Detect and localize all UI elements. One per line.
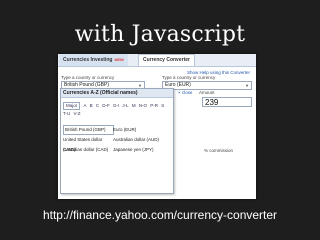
alpha-item[interactable]: A <box>83 102 86 110</box>
alpha-item[interactable]: B <box>90 102 93 110</box>
commission-label: % commission <box>204 148 234 153</box>
currency-option[interactable]: British Pound (GBP) <box>63 125 114 135</box>
list-item: British Pound (GBP) Euro (EUR) <box>63 125 171 135</box>
amount-input[interactable]: 239 <box>202 97 252 107</box>
alpha-item[interactable]: V-Z <box>73 110 80 118</box>
tab-currencies-investing[interactable]: Currencies Investing NEW <box>59 54 128 66</box>
picker-title: Currencies A-Z (Official names) <box>61 89 173 98</box>
tab-label: Currency Converter <box>143 57 190 63</box>
alpha-item[interactable]: C <box>96 102 99 110</box>
alpha-item[interactable]: G-I <box>113 102 119 110</box>
list-item: United States dollar (USD) Australian do… <box>63 135 171 152</box>
from-label: Type a country or currency <box>61 75 115 80</box>
currency-option[interactable]: Euro (EUR) <box>113 125 169 135</box>
currency-picker-panel: Currencies A-Z (Official names) Major A B C… <box>60 88 174 194</box>
to-label: Type a country or currency <box>162 75 216 80</box>
alpha-item[interactable]: P-R <box>150 102 158 110</box>
slide-title: with Javascript <box>74 22 246 47</box>
currency-option[interactable]: Japanese yen (JPY) <box>113 145 169 155</box>
currency-option[interactable]: Canadian dollar (CAD) <box>63 145 111 155</box>
alpha-index: Major A B C D-F G-I J-L M N-O P-R S T-U V-Z <box>63 102 171 116</box>
alpha-item[interactable]: M <box>132 102 136 110</box>
screenshot-currency-converter: Currencies Investing NEW Currency Convert… <box>58 54 256 199</box>
alpha-item[interactable]: D-F <box>102 102 110 110</box>
tab-currency-converter[interactable]: Currency Converter <box>138 54 195 66</box>
close-link[interactable]: × close <box>178 90 192 95</box>
currency-list: British Pound (GBP) Euro (EUR) United St… <box>63 125 171 155</box>
amount-label: Amount <box>199 90 215 95</box>
slide-caption-url: http://finance.yahoo.com/currency-conver… <box>42 208 278 222</box>
alpha-item[interactable]: T-U <box>63 110 70 118</box>
chevron-down-icon: ▼ <box>245 83 249 88</box>
currency-option[interactable]: Australian dollar (AUD) <box>113 135 169 145</box>
new-badge: NEW <box>114 57 124 62</box>
close-label: close <box>181 90 193 95</box>
tab-label: Currencies Investing <box>63 57 113 63</box>
alpha-item-major[interactable]: Major <box>63 102 81 110</box>
alpha-item[interactable]: J-L <box>122 102 128 110</box>
list-item: Canadian dollar (CAD) Japanese yen (JPY) <box>63 145 171 155</box>
tab-bar: Currencies Investing NEW Currency Convert… <box>58 54 256 67</box>
alpha-item[interactable]: S <box>161 102 164 110</box>
alpha-item[interactable]: N-O <box>139 102 147 110</box>
to-currency-select[interactable]: Euro (EUR) ▼ <box>162 81 252 90</box>
